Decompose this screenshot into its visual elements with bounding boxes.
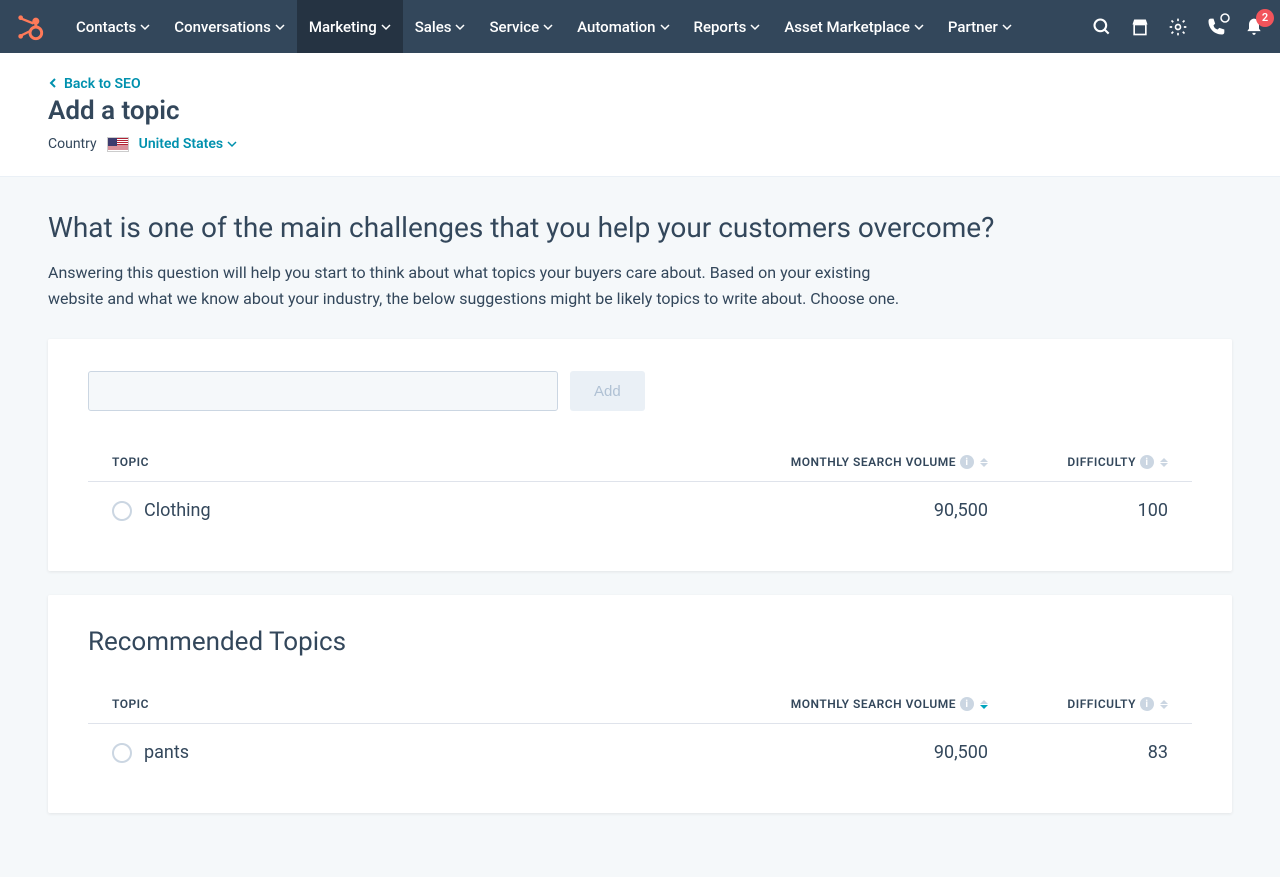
caret-down-icon xyxy=(914,18,924,36)
nav-reports[interactable]: Reports xyxy=(682,0,773,53)
volume-value: 90,500 xyxy=(728,500,988,521)
nav-marketing[interactable]: Marketing xyxy=(297,0,403,53)
nav-contacts[interactable]: Contacts xyxy=(64,0,162,53)
table-row: Clothing 90,500 100 xyxy=(88,482,1192,539)
caret-down-icon xyxy=(455,18,465,36)
info-icon: i xyxy=(1140,697,1154,711)
add-topic-card: Add TOPIC MONTHLY SEARCH VOLUME i DIFFIC… xyxy=(48,339,1232,571)
column-header-difficulty[interactable]: DIFFICULTY i xyxy=(988,455,1168,469)
hubspot-logo[interactable] xyxy=(16,13,44,41)
caret-down-icon xyxy=(1002,18,1012,36)
info-icon: i xyxy=(1140,455,1154,469)
caret-down-icon xyxy=(381,18,391,36)
top-nav: Contacts Conversations Marketing Sales S… xyxy=(0,0,1280,53)
notification-badge: 2 xyxy=(1256,9,1274,27)
caret-down-icon xyxy=(750,18,760,36)
sort-icon xyxy=(980,700,988,709)
nav-service[interactable]: Service xyxy=(477,0,565,53)
page-title: Add a topic xyxy=(48,96,1232,126)
page-header: Back to SEO Add a topic Country United S… xyxy=(0,53,1280,177)
sort-icon xyxy=(980,458,988,467)
settings-icon[interactable] xyxy=(1168,17,1188,37)
country-select[interactable]: United States xyxy=(139,136,237,152)
question-description: Answering this question will help you st… xyxy=(48,260,908,311)
caret-down-icon xyxy=(543,18,553,36)
question-heading: What is one of the main challenges that … xyxy=(48,211,1232,244)
info-icon: i xyxy=(960,697,974,711)
column-header-volume[interactable]: MONTHLY SEARCH VOLUME i xyxy=(728,455,988,469)
marketplace-icon[interactable] xyxy=(1130,17,1150,37)
topic-name: Clothing xyxy=(144,500,211,521)
topic-input[interactable] xyxy=(88,371,558,411)
nav-sales[interactable]: Sales xyxy=(403,0,478,53)
volume-value: 90,500 xyxy=(728,742,988,763)
caret-down-icon xyxy=(275,18,285,36)
sort-icon xyxy=(1160,458,1168,467)
difficulty-value: 100 xyxy=(988,500,1168,521)
table-row: pants 90,500 83 xyxy=(88,724,1192,781)
topic-radio[interactable] xyxy=(112,743,132,763)
info-icon: i xyxy=(960,455,974,469)
nav-asset-marketplace[interactable]: Asset Marketplace xyxy=(772,0,936,53)
sort-icon xyxy=(1160,700,1168,709)
country-label: Country xyxy=(48,136,97,152)
search-icon[interactable] xyxy=(1092,17,1112,37)
nav-automation[interactable]: Automation xyxy=(565,0,681,53)
recommended-title: Recommended Topics xyxy=(88,627,1192,657)
add-button[interactable]: Add xyxy=(570,371,645,411)
caret-down-icon xyxy=(140,18,150,36)
back-link[interactable]: Back to SEO xyxy=(48,76,141,92)
chevron-left-icon xyxy=(48,76,58,92)
caret-down-icon xyxy=(660,18,670,36)
column-header-topic[interactable]: TOPIC xyxy=(112,697,728,711)
topic-radio[interactable] xyxy=(112,501,132,521)
column-header-difficulty[interactable]: DIFFICULTY i xyxy=(988,697,1168,711)
phone-icon[interactable] xyxy=(1206,17,1226,37)
topic-name: pants xyxy=(144,742,189,763)
notifications-icon[interactable]: 2 xyxy=(1244,17,1264,37)
recommended-topics-card: Recommended Topics TOPIC MONTHLY SEARCH … xyxy=(48,595,1232,813)
nav-partner[interactable]: Partner xyxy=(936,0,1024,53)
column-header-topic[interactable]: TOPIC xyxy=(112,455,728,469)
nav-conversations[interactable]: Conversations xyxy=(162,0,297,53)
difficulty-value: 83 xyxy=(988,742,1168,763)
column-header-volume[interactable]: MONTHLY SEARCH VOLUME i xyxy=(728,697,988,711)
us-flag-icon xyxy=(107,137,129,152)
caret-down-icon xyxy=(227,139,237,149)
